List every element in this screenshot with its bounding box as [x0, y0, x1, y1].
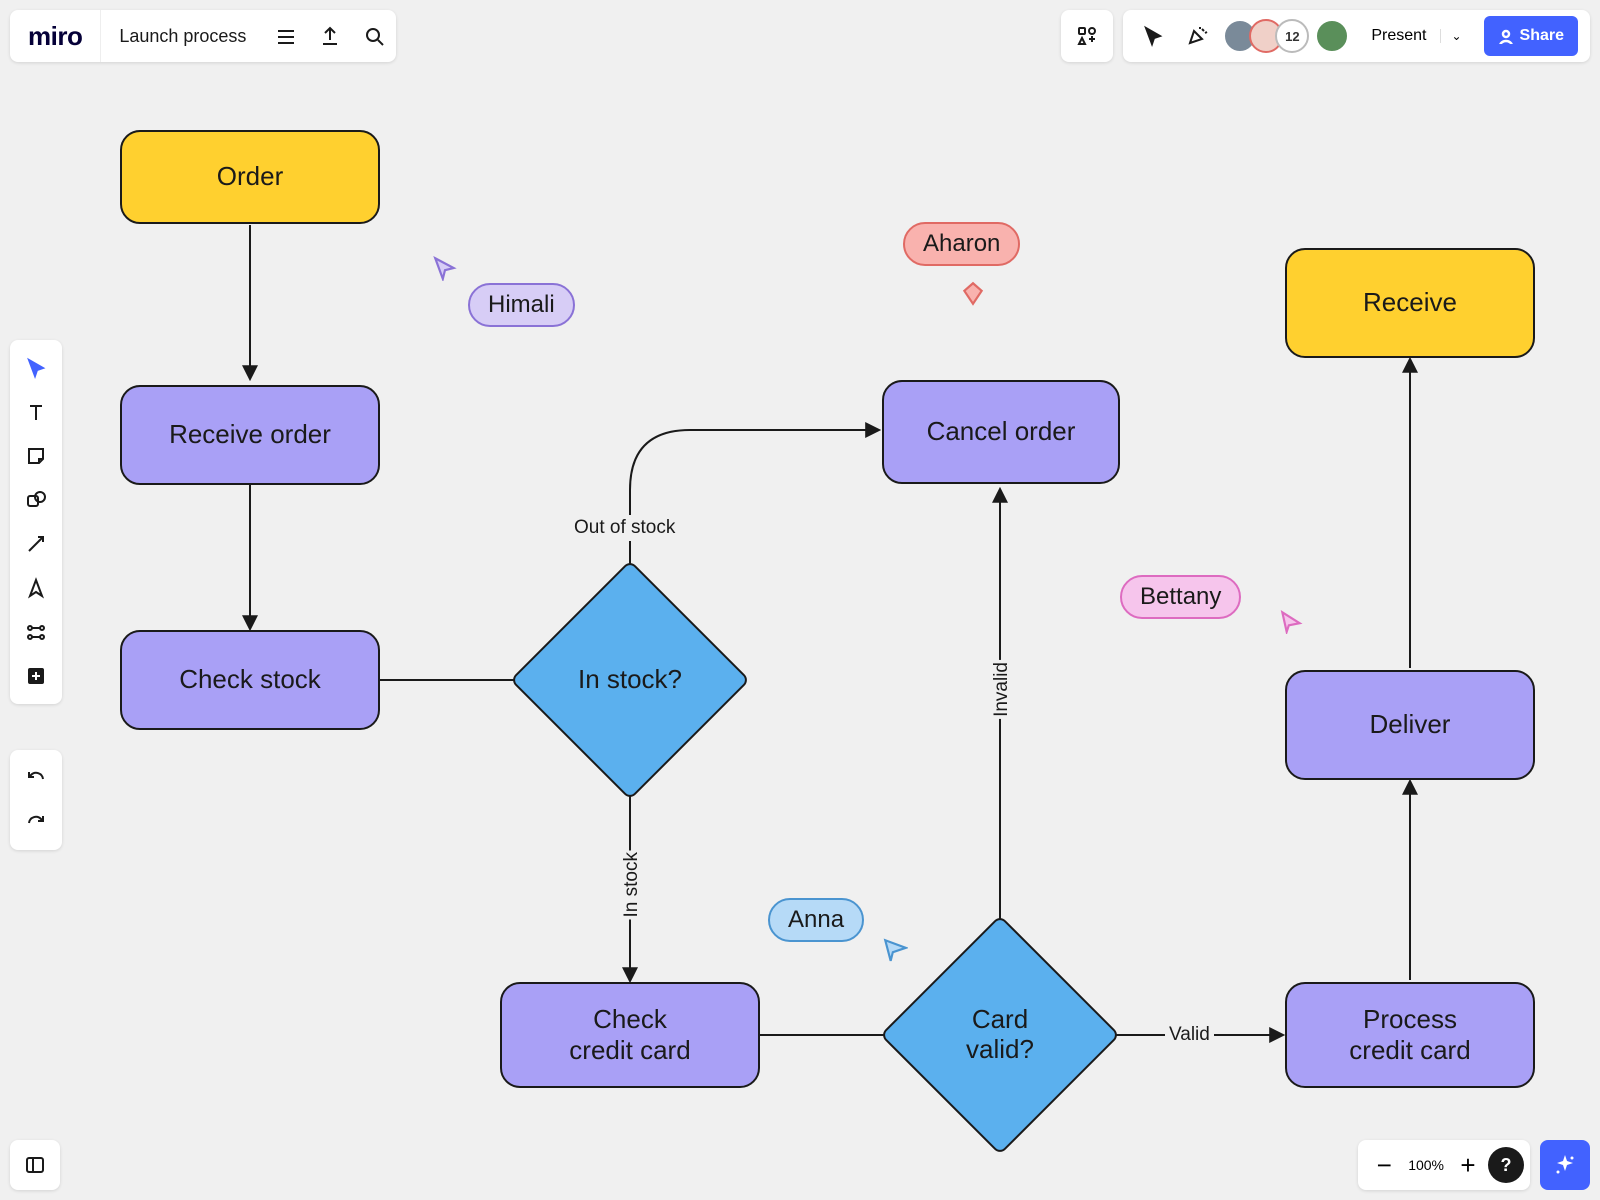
avatars[interactable]: 12	[1223, 19, 1349, 53]
cursor-mode-button[interactable]	[1135, 18, 1171, 54]
node-label: Order	[217, 161, 283, 192]
tag-anna: Anna	[768, 898, 864, 942]
undo-redo-toolbar	[10, 750, 62, 850]
panel-toggle-button[interactable]	[10, 1140, 60, 1190]
tool-pen[interactable]	[10, 566, 62, 610]
frame-icon	[25, 621, 47, 643]
node-label: Card valid?	[966, 1005, 1034, 1065]
export-icon	[319, 25, 341, 47]
zoom-out-button[interactable]: −	[1364, 1145, 1404, 1185]
hamburger-icon	[275, 25, 297, 47]
present-label: Present	[1371, 27, 1426, 45]
apps-button[interactable]	[1069, 18, 1105, 54]
node-receive-order[interactable]: Receive order	[120, 385, 380, 485]
tool-shape[interactable]	[10, 478, 62, 522]
apps-group	[1061, 10, 1113, 62]
cursor-aharon	[960, 280, 986, 311]
node-label: Check stock	[179, 664, 321, 695]
node-card-valid-decision[interactable]: Card valid?	[915, 950, 1085, 1120]
sticky-note-icon	[25, 445, 47, 467]
select-icon	[25, 357, 47, 379]
toolbar	[10, 340, 62, 704]
node-process-credit-card[interactable]: Process credit card	[1285, 982, 1535, 1088]
node-check-stock[interactable]: Check stock	[120, 630, 380, 730]
chevron-down-icon[interactable]: ⌄	[1440, 29, 1461, 43]
node-receive[interactable]: Receive	[1285, 248, 1535, 358]
node-label: Deliver	[1370, 709, 1451, 740]
plus-icon	[25, 665, 47, 687]
edge-label-in-stock: In stock	[617, 850, 647, 919]
tool-connector[interactable]	[10, 522, 62, 566]
cursor-anna	[882, 937, 908, 968]
avatar-self[interactable]	[1315, 19, 1349, 53]
undo-button[interactable]	[10, 756, 62, 800]
pen-icon	[25, 577, 47, 599]
edge-label-invalid: Invalid	[987, 660, 1017, 719]
person-icon	[1498, 28, 1514, 44]
tool-frame[interactable]	[10, 610, 62, 654]
export-button[interactable]	[308, 10, 352, 62]
edge-label-out-of-stock: Out of stock	[570, 515, 679, 541]
node-label: Receive order	[169, 419, 331, 450]
shapes-icon	[25, 489, 47, 511]
zoom-in-button[interactable]: +	[1448, 1145, 1488, 1185]
node-order[interactable]: Order	[120, 130, 380, 224]
node-label: Receive	[1363, 287, 1457, 318]
board-title[interactable]: Launch process	[101, 26, 264, 47]
zoom-control: − 100% + ?	[1358, 1140, 1530, 1190]
undo-icon	[25, 767, 47, 789]
arrow-icon	[25, 533, 47, 555]
edge-label-valid: Valid	[1165, 1022, 1214, 1048]
node-label: In stock?	[578, 665, 682, 695]
node-deliver[interactable]: Deliver	[1285, 670, 1535, 780]
node-label: Process credit card	[1349, 1004, 1470, 1066]
sparkle-icon	[1553, 1153, 1577, 1177]
confetti-icon	[1186, 25, 1208, 47]
ai-assist-button[interactable]	[1540, 1140, 1590, 1190]
share-button[interactable]: Share	[1484, 16, 1578, 56]
bottom-right-cluster: − 100% + ?	[1358, 1140, 1590, 1190]
node-label: Cancel order	[927, 416, 1076, 447]
tag-aharon: Aharon	[903, 222, 1020, 266]
header: miro Launch process	[10, 10, 396, 62]
tool-text[interactable]	[10, 390, 62, 434]
apps-icon	[1076, 25, 1098, 47]
miro-logo[interactable]: miro	[10, 10, 101, 62]
canvas[interactable]: Order Receive order Check stock In stock…	[0, 0, 1600, 1200]
sidebar-icon	[24, 1154, 46, 1176]
main-menu-button[interactable]	[264, 10, 308, 62]
top-right-cluster: 12 Present ⌄ Share	[1061, 10, 1590, 62]
cursor-himali	[432, 255, 458, 286]
node-check-credit-card[interactable]: Check credit card	[500, 982, 760, 1088]
node-cancel-order[interactable]: Cancel order	[882, 380, 1120, 484]
collab-group: 12 Present ⌄ Share	[1123, 10, 1590, 62]
cursor-bettany	[1278, 608, 1304, 639]
avatar-overflow[interactable]: 12	[1275, 19, 1309, 53]
search-button[interactable]	[352, 10, 396, 62]
node-label: Check credit card	[569, 1004, 690, 1066]
share-label: Share	[1520, 27, 1564, 45]
cursor-dark-icon	[1142, 25, 1164, 47]
redo-icon	[25, 811, 47, 833]
zoom-level[interactable]: 100%	[1404, 1157, 1448, 1173]
tool-select[interactable]	[10, 346, 62, 390]
present-button[interactable]: Present ⌄	[1357, 16, 1475, 56]
tag-himali: Himali	[468, 283, 575, 327]
redo-button[interactable]	[10, 800, 62, 844]
search-icon	[363, 25, 385, 47]
tag-bettany: Bettany	[1120, 575, 1241, 619]
help-button[interactable]: ?	[1488, 1147, 1524, 1183]
node-in-stock-decision[interactable]: In stock?	[545, 595, 715, 765]
text-icon	[25, 401, 47, 423]
tool-more[interactable]	[10, 654, 62, 698]
tool-sticky[interactable]	[10, 434, 62, 478]
reactions-button[interactable]	[1179, 18, 1215, 54]
